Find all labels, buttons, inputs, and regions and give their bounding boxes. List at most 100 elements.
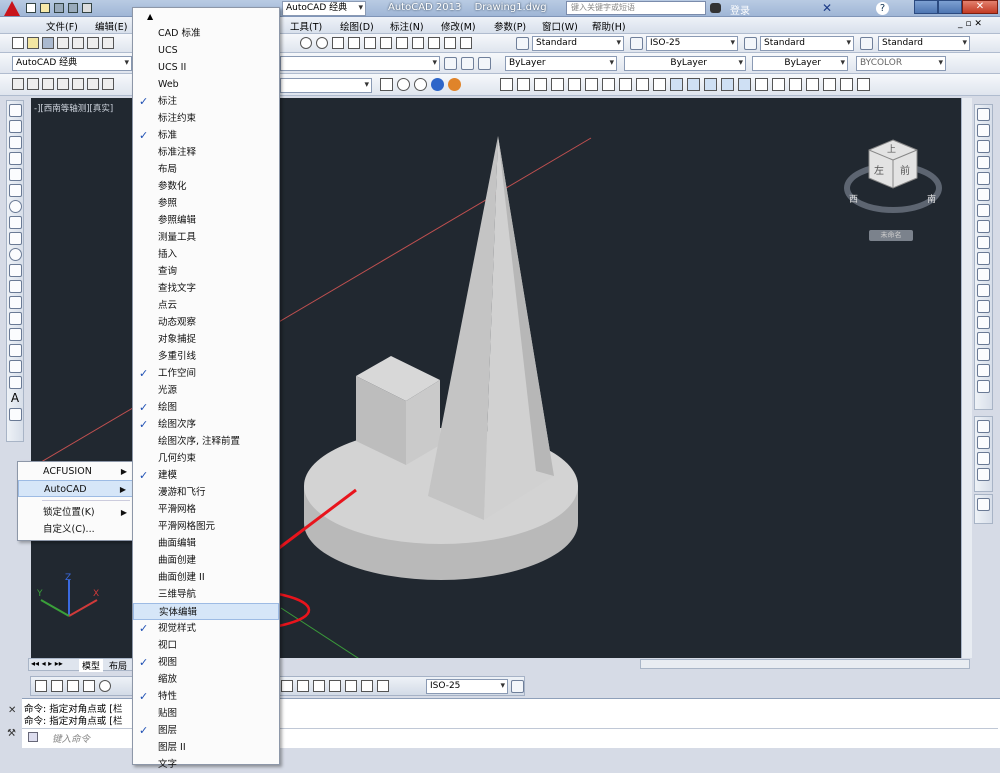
toolbar-menu-item[interactable]: ✓ 建模 [133, 467, 279, 484]
hatch-icon[interactable] [8, 328, 22, 341]
standard-tool-icons[interactable] [12, 37, 132, 50]
plotstyle-combo[interactable]: BYCOLOR [856, 56, 946, 71]
polygon-icon[interactable] [8, 152, 22, 165]
menu-item-dimension[interactable]: 标注(N) [390, 19, 424, 33]
toolbar-menu-item[interactable]: ✓ 绘图次序 [133, 416, 279, 433]
autocad-logo-icon[interactable] [4, 1, 20, 16]
toolbar-menu-item[interactable]: ✓ 图层 [133, 722, 279, 739]
drafting-toggle-icons[interactable] [35, 680, 135, 693]
window-controls-icon[interactable]: _ ▫ ✕ [958, 19, 982, 29]
toolbar-menu-item[interactable]: 缩放 [133, 671, 279, 688]
context-item-acfusion[interactable]: ACFUSION ▶ [18, 463, 133, 480]
break-point-icon[interactable] [977, 284, 990, 297]
circle-icon[interactable] [8, 200, 22, 213]
toolbar-menu-item[interactable]: 视口 [133, 637, 279, 654]
view-combo-tail[interactable] [280, 78, 372, 93]
workspace-combo[interactable]: AutoCAD 经典 [12, 56, 132, 71]
rotate-icon[interactable] [977, 204, 990, 217]
trim-icon[interactable] [977, 252, 990, 265]
toolbar-menu-item[interactable]: 平滑网格图元 [133, 518, 279, 535]
menu-scroll-up-icon[interactable]: ▲ [133, 8, 279, 25]
wrench-icon[interactable]: ⚒ [7, 728, 16, 739]
extend-icon[interactable] [977, 268, 990, 281]
menu-item-parametric[interactable]: 参数(P) [494, 19, 526, 33]
text-style-combo[interactable]: Standard [532, 36, 624, 51]
linetype-combo[interactable]: ByLayer [624, 56, 746, 71]
multiline-text-icon[interactable]: A [9, 392, 22, 405]
stretch-icon[interactable] [977, 236, 990, 249]
break-icon[interactable] [977, 300, 990, 313]
status-toggle-icons[interactable] [281, 680, 411, 693]
exchange-icon[interactable]: ✕ [822, 2, 834, 14]
revision-cloud-icon[interactable] [8, 216, 22, 229]
quick-access-icons[interactable] [26, 3, 130, 14]
search-box[interactable]: 键入关键字或短语 [566, 1, 706, 15]
toolbar-menu-item[interactable]: 绘图次序, 注释前置 [133, 433, 279, 450]
compass-west[interactable]: 西 [849, 192, 858, 205]
toolbar-menu-item[interactable]: 平滑网格 [133, 501, 279, 518]
toolbar-menu-item[interactable]: 曲面编辑 [133, 535, 279, 552]
tab-layout[interactable]: 布局 [109, 659, 127, 672]
toolbar-menu-item[interactable]: ✓ 视图 [133, 654, 279, 671]
construction-line-icon[interactable] [8, 120, 22, 133]
toolbar-menu-item[interactable]: 光源 [133, 382, 279, 399]
toolbar-menu-item[interactable]: 多重引线 [133, 348, 279, 365]
menu-item-modify[interactable]: 修改(M) [441, 19, 476, 33]
menu-item-help[interactable]: 帮助(H) [592, 19, 626, 33]
toolbar-menu-item[interactable]: ✓ 标准 [133, 127, 279, 144]
menu-item-window[interactable]: 窗口(W) [542, 19, 578, 33]
ucs-menu-button[interactable]: 未命名 [869, 230, 913, 241]
toolbar-menu-item[interactable]: ✓ 特性 [133, 688, 279, 705]
insert-block-icon[interactable] [8, 280, 22, 293]
lineweight-combo[interactable]: ByLayer [752, 56, 848, 71]
pan-zoom-icons[interactable] [300, 37, 500, 50]
context-item-lock-position[interactable]: 锁定位置(K) ▶ [18, 504, 133, 521]
send-back-icon[interactable] [977, 436, 990, 449]
help-icon[interactable]: ? [876, 2, 889, 15]
toolbar-menu-item[interactable]: 布局 [133, 161, 279, 178]
hatch-front-icon[interactable] [977, 498, 990, 511]
toolbar-menu-item[interactable]: Web [133, 76, 279, 93]
toolbar-menu-item[interactable]: 图层 II [133, 739, 279, 756]
toolbar-menu-item[interactable]: 三维导航 [133, 586, 279, 603]
toolbar-menu-item[interactable]: 实体编辑 [133, 603, 279, 620]
toolbar-menu-item[interactable]: 插入 [133, 246, 279, 263]
toolbar-menu-item[interactable]: 点云 [133, 297, 279, 314]
context-item-autocad[interactable]: AutoCAD ▶ [18, 480, 133, 497]
layer-color-combo[interactable]: ByLayer [505, 56, 617, 71]
modeling-tool-icons[interactable] [500, 78, 910, 92]
toolbar-menu-item[interactable]: 参照 [133, 195, 279, 212]
polyline-icon[interactable] [8, 136, 22, 149]
mleader-style-combo[interactable]: Standard [878, 36, 970, 51]
move-icon[interactable] [977, 188, 990, 201]
ellipse-arc-icon[interactable] [8, 264, 22, 277]
toolbar-menu-item[interactable]: 漫游和飞行 [133, 484, 279, 501]
toolbar-menu-item[interactable]: 测量工具 [133, 229, 279, 246]
toolbar-menu-item[interactable]: 标注约束 [133, 110, 279, 127]
toolbar-menu-item[interactable]: 查找文字 [133, 280, 279, 297]
menu-item-draw[interactable]: 绘图(D) [340, 19, 374, 33]
bring-above-icon[interactable] [977, 452, 990, 465]
offset-icon[interactable] [977, 156, 990, 169]
mirror-icon[interactable] [977, 140, 990, 153]
toolbar-menu-item[interactable]: 对象捕捉 [133, 331, 279, 348]
layer-previous-icon[interactable] [461, 57, 474, 70]
explode-icon[interactable] [977, 380, 990, 393]
join-icon[interactable] [977, 316, 990, 329]
vertical-scrollbar[interactable] [961, 98, 972, 658]
chamfer-icon[interactable] [977, 332, 990, 345]
toolbar-menu-item[interactable]: ✓ 工作空间 [133, 365, 279, 382]
viewcube-top-face[interactable]: 上 [887, 142, 896, 155]
spline-icon[interactable] [8, 232, 22, 245]
scale-icon[interactable] [977, 220, 990, 233]
viewcube-left-face[interactable]: 左 [874, 162, 884, 177]
point-icon[interactable] [8, 312, 22, 325]
toolbar-menu-item[interactable]: 曲面创建 II [133, 569, 279, 586]
add-selected-icon[interactable] [8, 408, 22, 421]
layer-combo-tail[interactable] [280, 56, 440, 71]
menu-item-file[interactable]: 文件(F) [46, 19, 78, 33]
visual-style-buttons[interactable] [380, 78, 492, 92]
rectangle-icon[interactable] [8, 168, 22, 181]
table-icon[interactable] [8, 376, 22, 389]
region-icon[interactable] [8, 360, 22, 373]
